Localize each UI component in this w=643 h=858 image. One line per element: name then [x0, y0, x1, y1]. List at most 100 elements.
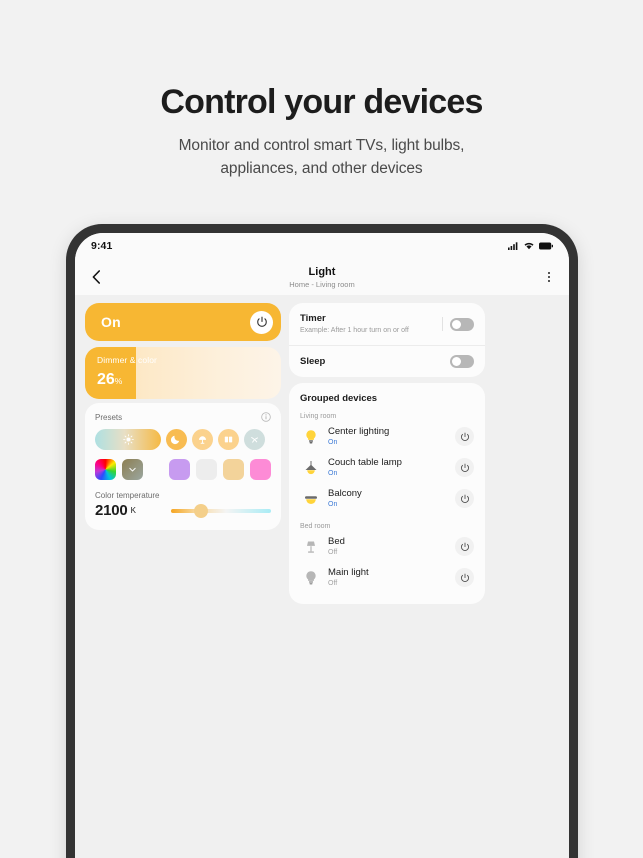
setting-row-timer[interactable]: Timer Example: After 1 hour turn on or o… [289, 303, 485, 346]
bulb-icon [300, 429, 322, 445]
power-icon [460, 432, 469, 441]
color-temperature-unit: K [130, 506, 136, 515]
color-temperature-label: Color temperature [95, 491, 160, 500]
device-name: Main light [328, 567, 369, 578]
right-column: Timer Example: After 1 hour turn on or o… [289, 303, 485, 604]
table-lamp-icon [300, 539, 322, 555]
device-power-button[interactable] [455, 458, 474, 477]
swatch-color-wheel[interactable] [95, 459, 116, 480]
toggle-knob [452, 319, 461, 329]
dimmer-unit: % [114, 376, 123, 386]
device-state: Off [328, 580, 338, 587]
status-icon-group [508, 242, 553, 250]
device-state: On [328, 501, 338, 508]
device-row-center-lighting[interactable]: Center lighting On [300, 421, 474, 452]
toggle-knob [452, 357, 461, 366]
app-bar-subtitle: Home - Living room [289, 279, 355, 289]
dimmer-value: 26% [97, 371, 281, 389]
kebab-dot [548, 276, 550, 278]
preset-list [95, 429, 271, 450]
promo-subtitle: Monitor and control smart TVs, light bul… [0, 134, 643, 180]
timer-toggle[interactable] [450, 317, 474, 331]
device-power-button[interactable] [455, 427, 474, 446]
device-power-button[interactable] [455, 568, 474, 587]
promo-header: Control your devices Monitor and control… [0, 82, 643, 180]
dimmer-content: Dimmer & color 26% [85, 347, 281, 389]
sun-icon [122, 434, 134, 445]
setting-timer-controls [442, 317, 474, 331]
device-power-button[interactable] [455, 489, 474, 508]
app-bar-titles: Light Home - Living room [75, 265, 569, 290]
device-row-bed[interactable]: Bed Off [300, 531, 474, 562]
room-label-bed-room: Bed room [300, 523, 331, 530]
device-state: Off [328, 549, 338, 556]
swatch-purple[interactable] [169, 459, 190, 480]
swatch-more-colors[interactable] [122, 459, 143, 480]
wifi-icon [524, 242, 534, 250]
grouped-devices-title: Grouped devices [300, 393, 378, 404]
more-options-icon[interactable] [539, 272, 559, 282]
signal-icon [508, 242, 518, 250]
page-title: Control your devices [160, 83, 483, 121]
device-name: Balcony [328, 488, 362, 499]
sleep-toggle[interactable] [450, 355, 474, 368]
device-texts: Center lighting On [328, 425, 389, 448]
preset-lamp[interactable] [192, 429, 213, 450]
color-temperature-row: 2100 K [95, 502, 271, 519]
device-name: Center lighting [328, 426, 390, 437]
power-icon [460, 573, 469, 582]
setting-timer-subtitle: Example: After 1 hour turn on or off [300, 327, 409, 334]
slider-thumb[interactable] [194, 503, 208, 518]
device-row-balcony[interactable]: Balcony On [300, 483, 474, 514]
promo-subtitle-line2: appliances, and other devices [220, 160, 423, 177]
kebab-dot [548, 280, 550, 282]
chevron-down-icon [129, 467, 136, 472]
setting-row-sleep[interactable]: Sleep [289, 346, 485, 377]
status-time: 9:41 [91, 240, 113, 252]
device-state: On [328, 439, 338, 446]
setting-timer-title: Timer [300, 313, 326, 324]
color-temperature-slider[interactable] [171, 503, 271, 518]
back-arrow-icon [92, 270, 100, 284]
device-row-couch-table-lamp[interactable]: Couch table lamp On [300, 452, 474, 483]
swatch-white[interactable] [196, 459, 217, 480]
preset-relax[interactable] [244, 429, 265, 450]
presets-header: Presets [95, 412, 271, 422]
kebab-dot [548, 272, 550, 274]
power-icon [460, 494, 469, 503]
dimmer-card[interactable]: Dimmer & color 26% [85, 347, 281, 399]
content-area: On Dimmer & color 26% Presets Color temp… [75, 295, 569, 604]
device-power-button[interactable] [455, 537, 474, 556]
promo-subtitle-line1: Monitor and control smart TVs, light bul… [178, 137, 465, 154]
main-power-card[interactable]: On [85, 303, 281, 341]
status-bar: 9:41 [75, 233, 569, 259]
setting-sleep-controls [450, 355, 474, 368]
book-icon [224, 436, 233, 443]
device-row-main-light[interactable]: Main light Off [300, 562, 474, 593]
info-icon[interactable] [261, 412, 271, 422]
swatch-warm-tan[interactable] [223, 459, 244, 480]
page-root: Control your devices Monitor and control… [0, 0, 643, 858]
app-bar-title: Light [308, 265, 336, 278]
setting-sleep-title: Sleep [300, 356, 326, 367]
color-temperature-value: 2100 [95, 502, 128, 519]
light-control-card: Presets Color temperature 2100 K [85, 403, 281, 530]
swatch-pink[interactable] [250, 459, 271, 480]
device-name: Bed [328, 536, 345, 547]
setting-sleep-texts: Sleep [300, 355, 325, 368]
back-button[interactable] [85, 270, 107, 284]
main-power-button[interactable] [250, 310, 273, 334]
device-name: Couch table lamp [328, 457, 402, 468]
ceiling-light-icon [300, 492, 322, 506]
device-state: On [328, 470, 338, 477]
device-texts: Balcony On [328, 487, 362, 510]
preset-night[interactable] [166, 429, 187, 450]
divider [442, 317, 443, 331]
slider-track [171, 508, 271, 513]
dimmer-number: 26 [97, 371, 115, 388]
phone-frame: 9:41 Light Home - Living room On Dimmer … [66, 224, 578, 858]
main-power-label: On [101, 314, 121, 330]
preset-reading[interactable] [218, 429, 239, 450]
preset-daylight[interactable] [95, 429, 161, 450]
bulb-icon [300, 570, 322, 586]
